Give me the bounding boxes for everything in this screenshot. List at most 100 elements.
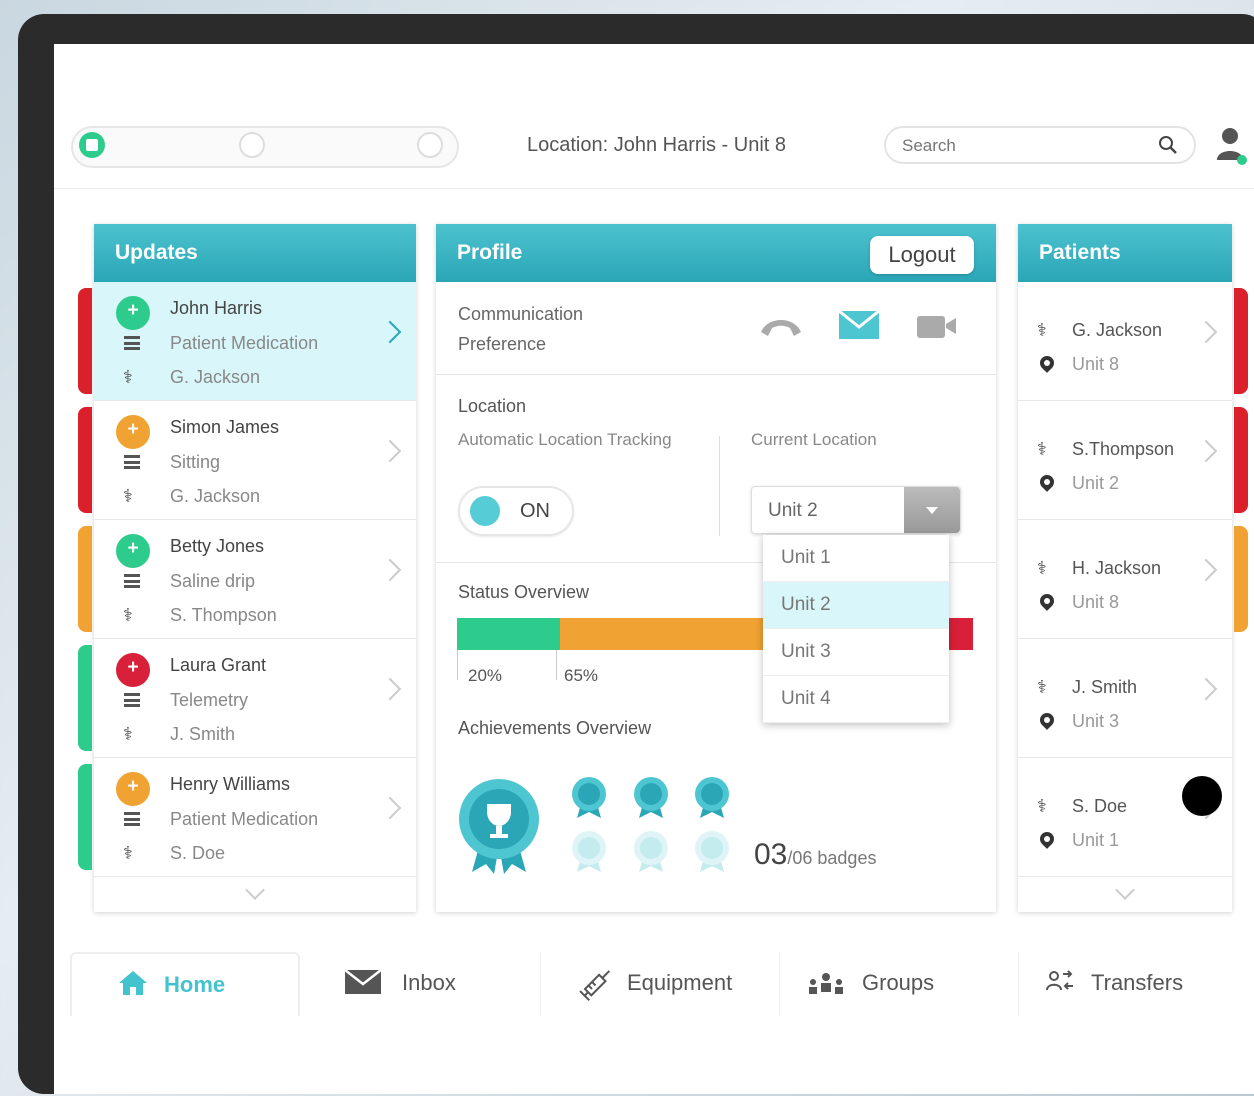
nav-groups-label: Groups bbox=[862, 970, 935, 995]
chevron-right-icon[interactable] bbox=[378, 677, 402, 701]
inbox-icon bbox=[344, 968, 382, 1002]
locked-badge-icon[interactable] bbox=[693, 830, 731, 879]
update-task: Telemetry bbox=[170, 690, 249, 710]
earned-badge-icon[interactable] bbox=[632, 776, 670, 825]
location-divider bbox=[719, 436, 720, 536]
location-pin-icon bbox=[1037, 353, 1057, 373]
update-doctor: S. Doe bbox=[170, 843, 226, 863]
search-input[interactable] bbox=[900, 134, 1144, 158]
unit-option[interactable]: Unit 3 bbox=[763, 629, 949, 676]
chevron-right-icon[interactable] bbox=[1194, 320, 1218, 344]
bottom-nav: Home Inbox Equipment Groups Transfers bbox=[70, 952, 1254, 1016]
status-tick-2 bbox=[556, 650, 557, 680]
nav-inbox-label: Inbox bbox=[402, 970, 456, 995]
chevron-right-icon[interactable] bbox=[378, 439, 402, 463]
patients-scroll-down-icon[interactable] bbox=[1018, 877, 1232, 915]
comm-pref-label-1: Communication bbox=[458, 304, 584, 324]
earned-badge-icon[interactable] bbox=[570, 776, 608, 825]
chevron-down-icon[interactable] bbox=[904, 487, 960, 533]
update-doctor: G. Jackson bbox=[170, 367, 261, 387]
nav-groups[interactable]: Groups bbox=[780, 952, 1018, 1016]
comm-pref-label-2: Preference bbox=[458, 334, 547, 354]
badges-total: /06 badges bbox=[787, 848, 877, 868]
priority-stripe bbox=[78, 645, 92, 751]
location-pin-icon bbox=[1037, 472, 1057, 492]
location-title: Location: John Harris - Unit 8 bbox=[527, 134, 787, 156]
medical-kit-icon bbox=[116, 653, 150, 687]
search-icon[interactable] bbox=[1158, 135, 1178, 160]
priority-stripe bbox=[78, 407, 92, 513]
search-box[interactable] bbox=[884, 126, 1196, 164]
chevron-right-icon[interactable] bbox=[378, 320, 402, 344]
updates-scroll-down-icon[interactable] bbox=[94, 877, 416, 915]
update-doctor: G. Jackson bbox=[170, 486, 261, 506]
current-location-label: Current Location bbox=[751, 430, 877, 449]
home-icon bbox=[118, 970, 148, 1002]
chevron-right-icon[interactable] bbox=[1194, 439, 1218, 463]
location-tracking-toggle[interactable]: ON bbox=[458, 486, 574, 536]
badges-count: 03/06 badges bbox=[754, 838, 876, 872]
groups-icon bbox=[806, 972, 846, 1002]
update-task: Sitting bbox=[170, 452, 221, 472]
home-page-dot[interactable] bbox=[79, 132, 105, 158]
user-avatar-icon[interactable] bbox=[1216, 126, 1248, 166]
trophy-medal-icon[interactable] bbox=[456, 776, 542, 879]
priority-stripe bbox=[78, 764, 92, 870]
unit-option[interactable]: Unit 2 bbox=[763, 582, 949, 629]
unit-select[interactable]: Unit 2 bbox=[751, 486, 961, 534]
video-call-icon[interactable] bbox=[916, 312, 958, 345]
mail-icon[interactable] bbox=[838, 309, 880, 345]
stethoscope-icon: ⚕ bbox=[1037, 677, 1047, 697]
nav-home[interactable]: Home bbox=[70, 952, 300, 1016]
stethoscope-icon: ⚕ bbox=[1037, 320, 1047, 340]
status-heading: Status Overview bbox=[458, 582, 590, 602]
update-task: Patient Medication bbox=[170, 333, 319, 353]
update-item[interactable]: Laura Grant Telemetry ⚕ J. Smith bbox=[78, 639, 416, 758]
list-icon bbox=[124, 812, 140, 826]
patient-name: G. Jackson bbox=[1072, 320, 1163, 340]
patient-item[interactable]: ⚕ G. Jackson Unit 8 bbox=[1018, 282, 1248, 401]
profile-title: Profile bbox=[457, 241, 523, 264]
screen-pager[interactable] bbox=[71, 126, 459, 168]
patient-item[interactable]: ⚕ J. Smith Unit 3 bbox=[1018, 639, 1232, 758]
update-patient-name: Simon James bbox=[170, 417, 280, 437]
chevron-right-icon[interactable] bbox=[378, 558, 402, 582]
update-task: Patient Medication bbox=[170, 809, 319, 829]
update-doctor: J. Smith bbox=[170, 724, 236, 744]
unit-option[interactable]: Unit 1 bbox=[763, 535, 949, 582]
medical-kit-icon bbox=[116, 772, 150, 806]
phone-icon[interactable] bbox=[758, 314, 804, 343]
updates-list: John Harris Patient Medication ⚕ G. Jackson… bbox=[78, 282, 416, 877]
nav-transfers[interactable]: Transfers bbox=[1019, 952, 1254, 1016]
chevron-right-icon[interactable] bbox=[1194, 677, 1218, 701]
stethoscope-icon: ⚕ bbox=[1037, 796, 1047, 816]
update-task: Saline drip bbox=[170, 571, 256, 591]
medical-kit-icon bbox=[116, 296, 150, 330]
priority-stripe bbox=[1234, 407, 1248, 513]
toggle-label: ON bbox=[520, 500, 550, 522]
locked-badge-icon[interactable] bbox=[632, 830, 670, 879]
status-tick-1 bbox=[457, 650, 458, 680]
page-dot-2[interactable] bbox=[239, 132, 265, 158]
chevron-right-icon[interactable] bbox=[378, 796, 402, 820]
nav-inbox[interactable]: Inbox bbox=[300, 952, 540, 1016]
priority-stripe bbox=[78, 526, 92, 632]
update-item[interactable]: John Harris Patient Medication ⚕ G. Jackson bbox=[78, 282, 416, 401]
page-dot-3[interactable] bbox=[417, 132, 443, 158]
locked-badge-icon[interactable] bbox=[570, 830, 608, 879]
profile-panel: Profile Logout Communication Preference … bbox=[436, 224, 996, 912]
patient-item[interactable]: ⚕ H. Jackson Unit 8 bbox=[1018, 520, 1248, 639]
update-item[interactable]: Simon James Sitting ⚕ G. Jackson bbox=[78, 401, 416, 520]
status-percent-orange: 65% bbox=[564, 666, 599, 685]
earned-badge-icon[interactable] bbox=[693, 776, 731, 825]
unit-option[interactable]: Unit 4 bbox=[763, 676, 949, 723]
stethoscope-icon: ⚕ bbox=[123, 367, 133, 387]
patient-item[interactable]: ⚕ S.Thompson Unit 2 bbox=[1018, 401, 1248, 520]
chevron-right-icon[interactable] bbox=[1194, 558, 1218, 582]
nav-equipment[interactable]: Equipment bbox=[541, 952, 779, 1016]
update-item[interactable]: Henry Williams Patient Medication ⚕ S. Doe bbox=[78, 758, 416, 877]
patient-name: J. Smith bbox=[1072, 677, 1138, 697]
update-item[interactable]: Betty Jones Saline drip ⚕ S. Thompson bbox=[78, 520, 416, 639]
logout-button[interactable]: Logout bbox=[870, 236, 974, 274]
update-patient-name: Betty Jones bbox=[170, 536, 265, 556]
